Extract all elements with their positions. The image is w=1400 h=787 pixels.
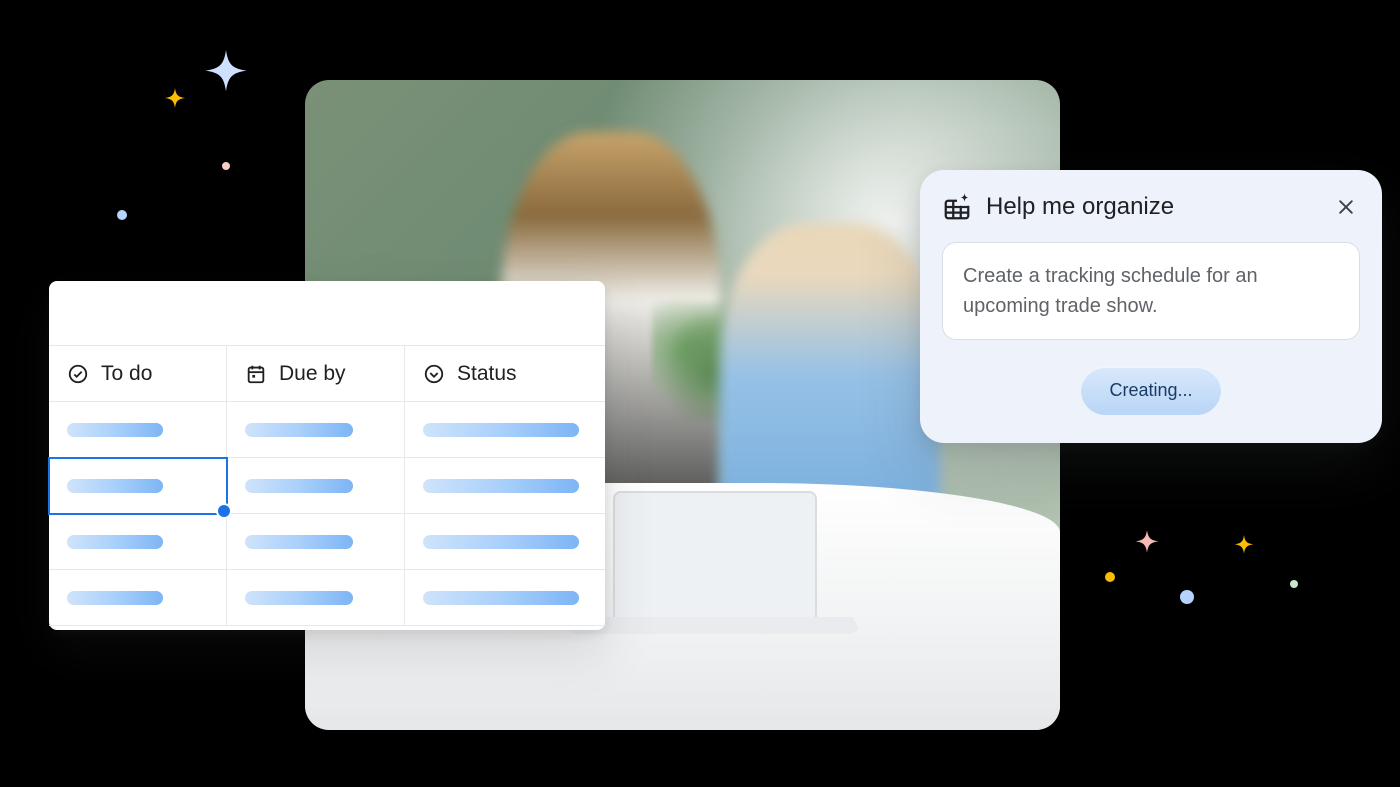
table-row — [49, 458, 605, 514]
placeholder-pill — [423, 591, 579, 605]
decor-dot — [117, 210, 127, 220]
column-header-label: Status — [457, 362, 517, 386]
panel-action-row: Creating... — [942, 366, 1360, 415]
table: To do Due by Status — [49, 345, 605, 626]
placeholder-pill — [423, 423, 579, 437]
column-header-label: Due by — [279, 362, 346, 386]
sparkle-icon — [1130, 530, 1164, 564]
table-cell[interactable] — [227, 402, 405, 458]
column-header-status[interactable]: Status — [405, 346, 605, 402]
column-header-label: To do — [101, 362, 152, 386]
table-row — [49, 402, 605, 458]
placeholder-pill — [423, 535, 579, 549]
placeholder-pill — [67, 423, 163, 437]
placeholder-pill — [67, 591, 163, 605]
table-cell[interactable] — [49, 570, 227, 626]
promo-stage: Trade show tracker To do Due by — [0, 0, 1400, 787]
spreadsheet-preview: To do Due by Status — [49, 281, 605, 630]
check-circle-icon — [67, 363, 89, 385]
placeholder-pill — [67, 535, 163, 549]
close-button[interactable] — [1332, 193, 1360, 221]
sparkle-icon — [1230, 535, 1258, 563]
creating-button[interactable]: Creating... — [1081, 366, 1220, 415]
table-row — [49, 514, 605, 570]
table-cell[interactable] — [405, 458, 605, 514]
column-header-dueby[interactable]: Due by — [227, 346, 405, 402]
table-cell[interactable] — [405, 514, 605, 570]
calendar-icon — [245, 363, 267, 385]
table-cell[interactable] — [227, 514, 405, 570]
table-cell[interactable] — [49, 402, 227, 458]
table-cell[interactable] — [405, 402, 605, 458]
table-cell[interactable] — [405, 570, 605, 626]
sparkle-icon — [195, 50, 257, 112]
decor-dot — [222, 162, 230, 170]
placeholder-pill — [245, 591, 353, 605]
decor-dot — [1290, 580, 1298, 588]
table-cell-selected[interactable] — [49, 458, 227, 514]
table-cell[interactable] — [49, 514, 227, 570]
placeholder-pill — [423, 479, 579, 493]
prompt-text: Create a tracking schedule for an upcomi… — [963, 265, 1258, 317]
table-cell[interactable] — [227, 570, 405, 626]
placeholder-pill — [245, 535, 353, 549]
ai-sheet-sparkle-icon — [942, 192, 972, 222]
column-header-todo[interactable]: To do — [49, 346, 227, 402]
table-cell[interactable] — [227, 458, 405, 514]
table-row — [49, 570, 605, 626]
help-me-organize-panel: Help me organize Create a tracking sched… — [920, 170, 1382, 443]
placeholder-pill — [67, 479, 163, 493]
placeholder-pill — [245, 479, 353, 493]
table-header-row: To do Due by Status — [49, 346, 605, 402]
prompt-input[interactable]: Create a tracking schedule for an upcomi… — [942, 242, 1360, 340]
panel-title: Help me organize — [986, 193, 1318, 221]
decor-dot — [1105, 572, 1115, 582]
decor-dot — [1180, 590, 1194, 604]
placeholder-pill — [245, 423, 353, 437]
dropdown-circle-icon — [423, 363, 445, 385]
panel-header: Help me organize — [942, 192, 1360, 222]
sparkle-icon — [160, 88, 190, 118]
